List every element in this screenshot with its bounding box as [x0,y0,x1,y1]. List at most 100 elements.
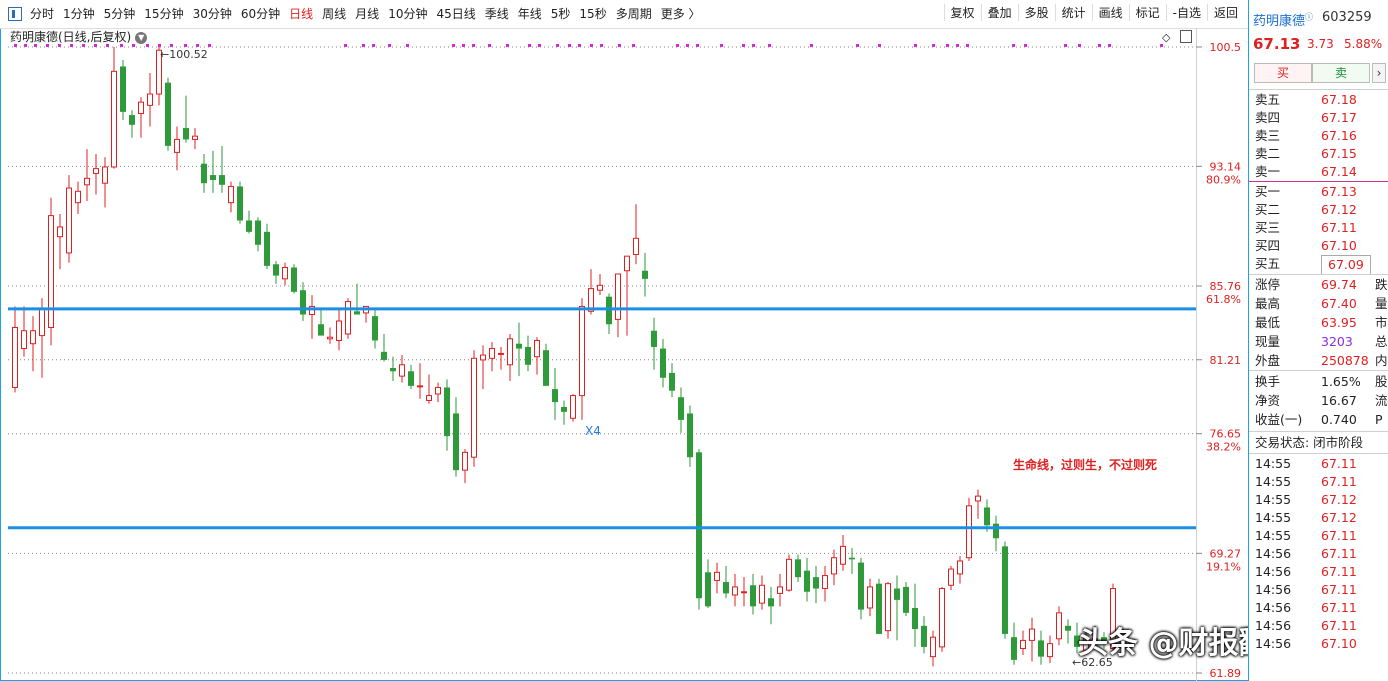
candle-body-up [489,348,495,359]
row-value: 67.15 [1321,146,1357,161]
candle-body-up [111,70,117,168]
stock-code: 603259 [1322,10,1372,25]
candle-body-down [678,397,684,420]
candle-body-down [183,128,189,140]
row-value: 16.67 [1321,393,1357,408]
quote-row: 买五 67.09 [1255,255,1371,275]
candle-body-up [975,495,981,502]
high-label: ←100.52 [160,48,208,61]
row-label: 卖四 [1255,110,1281,125]
candle-body-up [507,338,513,366]
candle-body-down [651,330,657,347]
row-label: 买三 [1255,220,1281,235]
row-label: 14:56 [1255,600,1292,615]
candle-body-down [1038,640,1044,657]
candle-body-down [1002,546,1008,634]
row-right-label: 流 [1375,393,1388,408]
candle-body-up [462,451,468,471]
quote-row: 涨停 69.74 跌 [1255,276,1388,294]
row-value: 67.40 [1321,296,1357,311]
row-label: 外盘 [1255,353,1281,368]
candle-body-up [1047,643,1053,658]
candle-body-up [732,586,738,596]
candle-body-up [786,558,792,591]
buy-button[interactable]: 买 [1254,63,1312,83]
candle-body-up [714,571,720,581]
quote-row: 换手 1.65% 股 [1255,373,1388,391]
candle-body-up [147,93,153,106]
row-label: 卖一 [1255,164,1281,179]
candle-body-up [48,215,54,328]
candle-body-down [1065,625,1071,631]
row-label: 卖五 [1255,92,1281,107]
candle-body-up [417,385,423,388]
candle-body-down [516,343,522,349]
row-value: 67.11 [1321,528,1357,543]
candle-body-down [201,163,207,184]
row-right-label: 内 [1375,353,1388,368]
row-label: 买四 [1255,238,1281,253]
quote-row: 14:56 67.11 [1255,545,1357,563]
row-value: 67.11 [1321,618,1357,633]
more-button[interactable]: › [1372,63,1386,83]
candle-body-down [390,368,396,372]
candle-body-up [471,357,477,458]
candle-body-down [408,371,414,386]
candle-body-down [993,523,999,539]
candle-body-down [687,413,693,458]
candle-body-up [930,636,936,658]
candle-body-up [174,138,180,153]
candle-body-down [444,387,450,437]
row-label: 现量 [1255,334,1281,349]
candle-body-down [120,66,126,112]
candle-body-up [282,267,288,280]
candle-body-down [795,559,801,578]
candle-body-up [867,586,873,609]
candle-body-down [912,607,918,630]
row-label: 14:55 [1255,510,1292,525]
candle-body-down [849,557,855,560]
candle-body-up [1020,639,1026,650]
info-icon[interactable]: ⓘ [1305,13,1313,22]
candle-body-up [75,190,81,204]
candlestick-chart[interactable]: 100.5 93.1480.9% 85.7661.8% 81.21 76.6538.2%… [0,0,1248,681]
candle-body-up [21,330,27,350]
annotation-text: 生命线，过则生，不过则死 [1013,458,1158,472]
quote-row: 外盘 250878 内 [1255,352,1388,370]
candle-body-up [84,177,90,186]
candle-body-up [336,320,342,341]
quote-row: 卖二 67.15 [1255,145,1357,163]
row-label: 14:56 [1255,618,1292,633]
row-value: 67.12 [1321,202,1357,217]
row-label: 14:55 [1255,528,1292,543]
row-right-label: 市 [1375,315,1388,330]
candle-body-up [138,101,144,114]
row-value: 67.11 [1321,220,1357,235]
price-label: 85.76 [1210,280,1242,293]
candle-body-up [885,583,891,632]
quote-row: 最低 63.95 市 [1255,314,1388,332]
candle-body-up [498,352,504,355]
candle-body-down [354,311,360,315]
row-value: 63.95 [1321,315,1357,330]
fib-pct-label: 80.9% [1206,173,1241,186]
sell-button[interactable]: 卖 [1312,63,1370,83]
candle-body-up [759,584,765,604]
quote-row: 卖五 67.18 [1255,91,1357,109]
quote-row: 买二 67.12 [1255,201,1357,219]
row-label: 14:56 [1255,636,1292,651]
candle-body-up [1056,612,1062,640]
stock-name[interactable]: 药明康德ⓘ [1253,10,1313,29]
row-value: 67.11 [1321,564,1357,579]
row-value: 3203 [1321,334,1353,349]
row-value: 67.09 [1321,255,1371,275]
candle-body-up [741,591,747,594]
row-right-label: P [1375,412,1383,427]
price-change-pct: 5.88% [1344,37,1383,51]
row-value: 67.14 [1321,164,1357,179]
row-value: 67.11 [1321,546,1357,561]
row-value: 67.11 [1321,456,1357,471]
candle-body-down [1011,637,1017,660]
candle-body-up [399,364,405,377]
price-label: 100.5 [1210,41,1242,54]
